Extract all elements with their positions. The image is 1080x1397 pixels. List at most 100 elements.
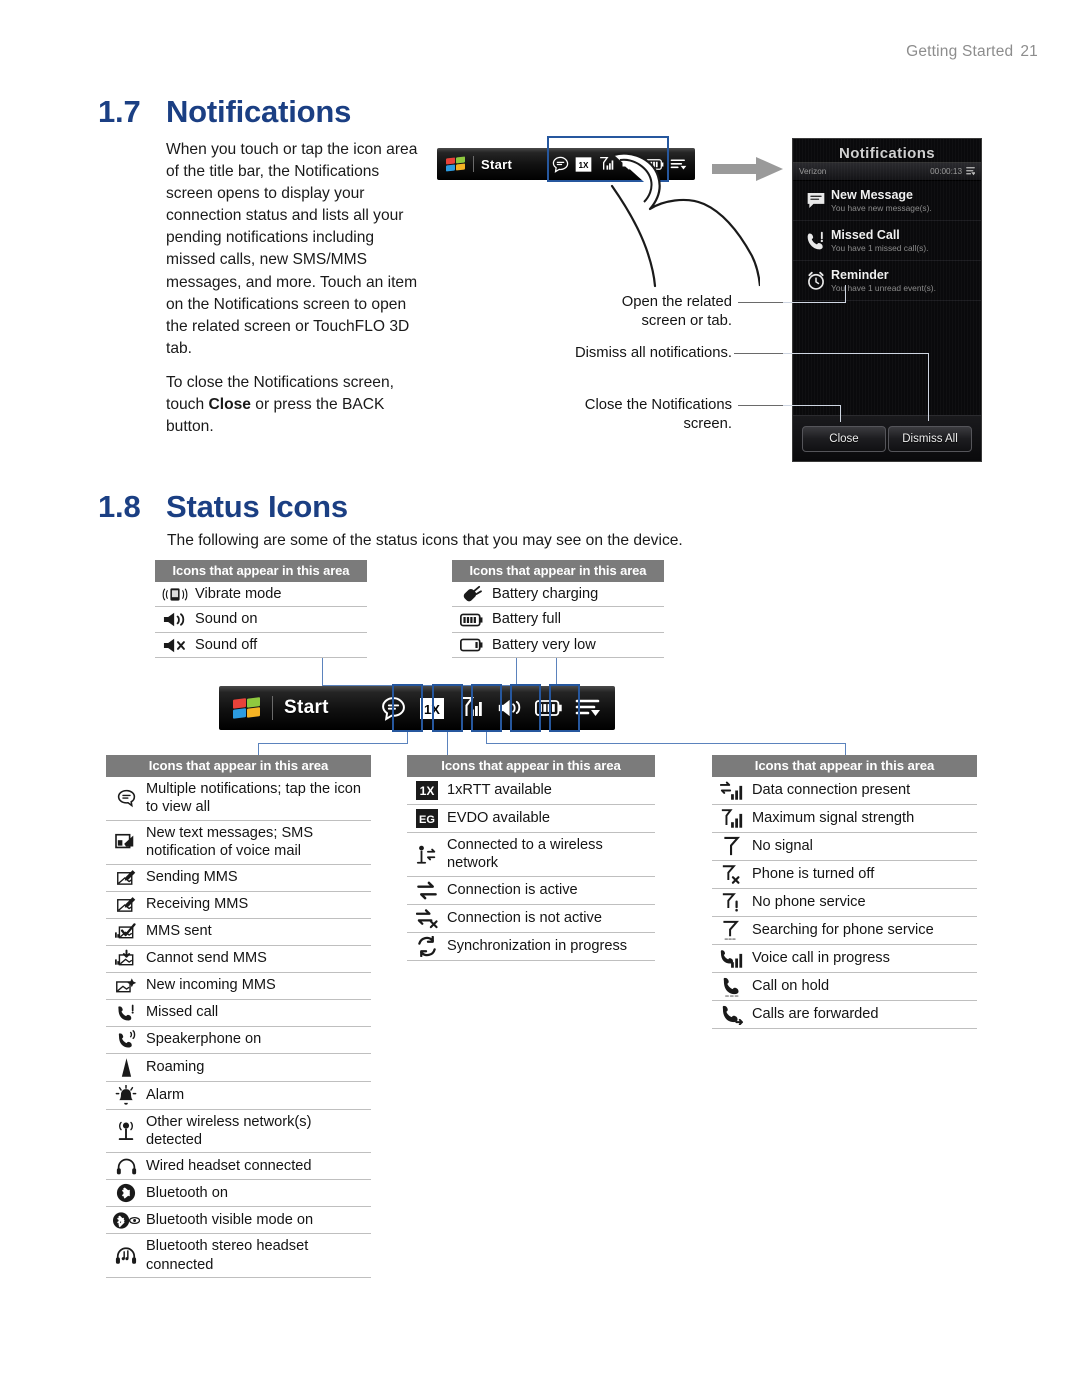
table-cell-label: Roaming — [146, 1058, 205, 1075]
table-header: Icons that appear in this area — [407, 755, 655, 777]
table-row: Connection is active — [407, 877, 655, 905]
table-cell-label: Wired headset connected — [146, 1158, 312, 1175]
table-row: Roaming — [106, 1054, 371, 1082]
close-button[interactable]: Close — [802, 425, 886, 452]
list-item[interactable]: Reminder You have 1 unread event(s). — [793, 261, 981, 301]
table-cell-label: Multiple notifications; tap the icon to … — [146, 781, 361, 816]
table-row: Battery very low — [452, 633, 664, 659]
start-label-large: Start — [284, 697, 329, 718]
table-row: Connected to a wireless network — [407, 833, 655, 877]
table-row: Cannot send MMS — [106, 946, 371, 973]
table-cell-label: Sending MMS — [146, 869, 238, 886]
sound-off-icon — [155, 637, 195, 654]
table-cell-label: MMS sent — [146, 923, 212, 940]
table-cell-label: Bluetooth visible mode on — [146, 1212, 314, 1229]
table-cell-label: Searching for phone service — [752, 922, 934, 939]
table-row: Missed call — [106, 1000, 371, 1027]
table-cell-label: Battery full — [492, 611, 561, 628]
start-button-small[interactable]: Start — [437, 148, 512, 180]
phone-leader-2 — [783, 353, 928, 354]
table-cell-label: Connection is not active — [447, 910, 602, 927]
section-heading-notifications: 1.7 Notifications — [98, 94, 351, 130]
callout-close-screen: Close the Notifications screen. — [560, 396, 732, 434]
leader-line-dismiss-all — [734, 353, 784, 354]
table-cell-label: Alarm — [146, 1086, 185, 1103]
mms-failed-icon — [106, 949, 146, 968]
phone-leader-2-v — [928, 353, 929, 421]
list-item[interactable]: Missed Call You have 1 missed call(s). — [793, 221, 981, 261]
start-button-large[interactable]: Start — [219, 686, 329, 730]
table-row: Call on hold — [712, 973, 977, 1001]
notifications-paragraph-2: To close the Notifications screen, touch… — [166, 372, 418, 438]
notification-subtitle: You have new message(s). — [831, 203, 932, 213]
phone-button-bar: Close Dismiss All — [793, 415, 981, 461]
phone-leader-3 — [783, 405, 840, 406]
table-cell-label: Receiving MMS — [146, 896, 249, 913]
notification-bubble-icon — [106, 788, 146, 809]
notification-title: Missed Call — [831, 228, 900, 242]
connector-bottom-h1 — [258, 743, 408, 744]
table-cell-label: Speakerphone on — [146, 1031, 262, 1048]
windows-flag-icon — [446, 155, 466, 173]
start-separator — [272, 696, 273, 720]
table-row: Bluetooth stereo headset connected — [106, 1234, 371, 1279]
table-messaging-icons: Icons that appear in this area Multiple … — [106, 755, 371, 1279]
table-data-icons: Icons that appear in this area 1X 1xRTT … — [407, 755, 655, 961]
dismiss-all-button[interactable]: Dismiss All — [888, 425, 972, 452]
status-icons-intro: The following are some of the status ico… — [167, 532, 683, 549]
svg-text:EG: EG — [419, 814, 435, 826]
connection-inactive-icon — [407, 908, 447, 929]
message-icon — [801, 191, 831, 210]
table-cell-label: 1xRTT available — [447, 782, 552, 799]
voice-call-icon — [712, 948, 752, 969]
battery-full-icon — [452, 613, 492, 627]
table-row: Voice call in progress — [712, 945, 977, 973]
table-row: Connection is not active — [407, 905, 655, 933]
list-item[interactable]: New Message You have new message(s). — [793, 181, 981, 221]
table-row: Wired headset connected — [106, 1153, 371, 1181]
table-cell-label: Cannot send MMS — [146, 950, 267, 967]
start-separator — [473, 156, 474, 172]
table-header: Icons that appear in this area — [712, 755, 977, 777]
alarm-clock-icon — [801, 271, 831, 291]
callout-dismiss-all: Dismiss all notifications. — [540, 344, 732, 363]
flow-arrow-icon — [712, 156, 784, 182]
section-title-notifications: Notifications — [166, 94, 352, 129]
highlight-notification-icon — [392, 684, 423, 732]
table-cell-label: Other wireless network(s) detected — [146, 1113, 312, 1149]
table-header: Icons that appear in this area — [155, 560, 367, 582]
wireless-connected-icon — [407, 844, 447, 865]
table-row: Data connection present — [712, 777, 977, 805]
new-sms-icon — [106, 832, 146, 852]
bluetooth-on-icon — [106, 1183, 146, 1203]
highlight-signal-icon — [471, 684, 502, 732]
carrier-label: Verizon — [799, 167, 827, 176]
table-cell-label: New incoming MMS — [146, 977, 276, 994]
page-number: 21 — [1020, 43, 1038, 60]
notification-title: New Message — [831, 188, 913, 202]
table-row: EG EVDO available — [407, 805, 655, 833]
table-cell-label: Battery very low — [492, 636, 596, 653]
table-row: Battery charging — [452, 582, 664, 608]
table-cell-label: Maximum signal strength — [752, 810, 915, 827]
evdo-icon: EG — [407, 808, 447, 829]
table-cell-label: Sound off — [195, 636, 258, 653]
call-hold-icon — [712, 976, 752, 997]
callout-line: screen or tab. — [641, 313, 732, 329]
table-cell-label: Synchronization in progress — [447, 938, 628, 955]
table-cell-label: Sound on — [195, 611, 258, 628]
callout-line: Dismiss all notifications. — [574, 345, 732, 361]
section-heading-status-icons: 1.8 Status Icons — [98, 489, 348, 525]
connector-sound-v1 — [322, 658, 323, 686]
table-cell-label: Vibrate mode — [195, 586, 282, 602]
connector-bottom-h3 — [486, 743, 846, 744]
table-cell-label: Data connection present — [752, 782, 911, 799]
notification-list: New Message You have new message(s). Mis… — [793, 181, 981, 301]
call-timer: 00:00:13 — [930, 167, 962, 176]
phone-status-bar: Verizon 00:00:13 — [793, 162, 981, 181]
table-cell-label: Bluetooth on — [146, 1185, 228, 1202]
bluetooth-stereo-icon — [106, 1246, 146, 1266]
leader-line-close-screen — [738, 405, 784, 406]
connector-sound-v2 — [516, 658, 517, 686]
sound-on-icon — [155, 611, 195, 628]
